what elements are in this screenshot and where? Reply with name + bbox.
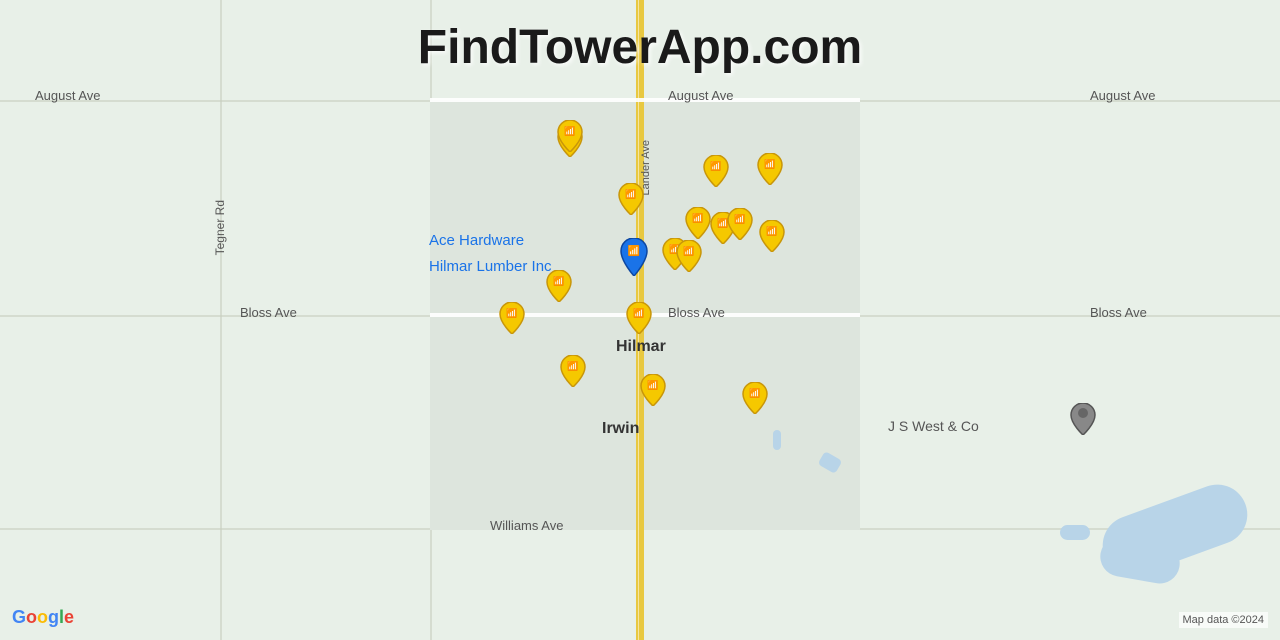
williams-ave-label: Williams Ave bbox=[490, 518, 563, 533]
tower-marker-8[interactable] bbox=[759, 220, 785, 252]
selected-marker[interactable] bbox=[619, 238, 649, 276]
august-ave-label-center: August Ave bbox=[668, 88, 734, 103]
bloss-ave-label-right: Bloss Ave bbox=[1090, 305, 1147, 320]
js-west-label: J S West & Co bbox=[888, 418, 979, 434]
hilmar-label: Hilmar bbox=[616, 338, 666, 356]
tower-marker-12[interactable] bbox=[499, 302, 525, 334]
tower-marker-5[interactable] bbox=[685, 207, 711, 239]
tower-marker-4[interactable] bbox=[757, 153, 783, 185]
bloss-ave-label-center: Bloss Ave bbox=[668, 305, 725, 320]
tower-marker-1[interactable] bbox=[557, 120, 583, 152]
hilmar-lumber-label[interactable]: Hilmar Lumber Inc bbox=[429, 258, 552, 275]
google-logo: Google bbox=[12, 607, 74, 628]
tower-marker-3[interactable] bbox=[703, 155, 729, 187]
tower-marker-2[interactable] bbox=[618, 183, 644, 215]
tower-marker-10[interactable] bbox=[676, 240, 702, 272]
irwin-label: Irwin bbox=[602, 420, 639, 438]
tower-marker-7[interactable] bbox=[727, 208, 753, 240]
water-blue-line bbox=[773, 430, 781, 450]
tower-marker-13[interactable] bbox=[626, 302, 652, 334]
tower-marker-15[interactable] bbox=[640, 374, 666, 406]
bloss-ave-label-left: Bloss Ave bbox=[240, 305, 297, 320]
tower-marker-16[interactable] bbox=[742, 382, 768, 414]
ace-hardware-label[interactable]: Ace Hardware bbox=[429, 232, 524, 249]
page-title: FindTowerApp.com bbox=[418, 20, 862, 75]
road-tegner-line bbox=[220, 0, 222, 640]
tower-marker-14[interactable] bbox=[560, 355, 586, 387]
poi-marker-js-west[interactable] bbox=[1070, 403, 1096, 435]
august-ave-road bbox=[430, 98, 860, 102]
tower-marker-11[interactable] bbox=[546, 270, 572, 302]
tegner-rd-label: Tegner Rd bbox=[213, 200, 227, 255]
water-feature-3 bbox=[1060, 525, 1090, 540]
map-container[interactable]: FindTowerApp.com August Ave August Ave A… bbox=[0, 0, 1280, 640]
august-ave-label-right: August Ave bbox=[1090, 88, 1156, 103]
august-ave-label-left: August Ave bbox=[35, 88, 101, 103]
map-data-text: Map data ©2024 bbox=[1179, 612, 1269, 628]
